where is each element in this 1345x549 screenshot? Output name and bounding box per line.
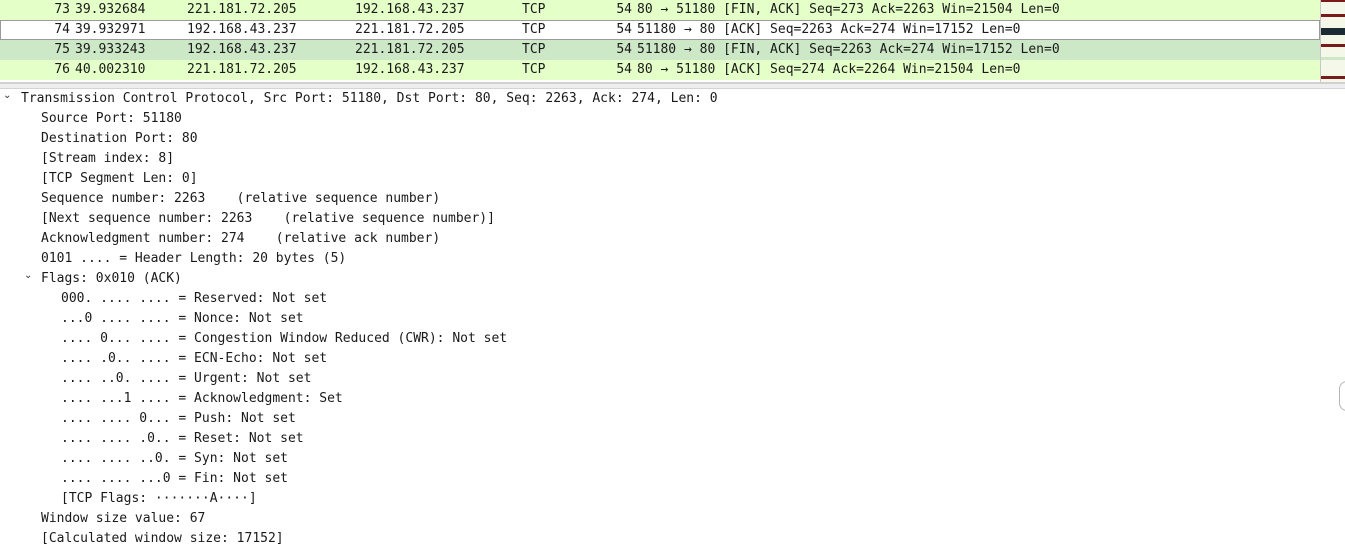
packet-protocol: TCP — [522, 42, 546, 57]
packet-destination: 192.168.43.237 — [355, 2, 465, 17]
chevron-down-icon[interactable]: ⌄ — [3, 86, 11, 106]
packet-info: 51180 → 80 [ACK] Seq=2263 Ack=274 Win=17… — [637, 22, 1021, 37]
minimap-marker — [1321, 44, 1345, 47]
next-sequence-field[interactable]: [Next sequence number: 2263 (relative se… — [41, 209, 495, 229]
packet-source: 192.168.43.237 — [187, 42, 297, 57]
packet-number: 74 — [54, 22, 70, 37]
minimap-marker — [1321, 76, 1345, 79]
ack-number-field[interactable]: Acknowledgment number: 274 (relative ack… — [41, 229, 440, 249]
packet-source: 221.181.72.205 — [187, 2, 297, 17]
flag-syn[interactable]: .... .... ..0. = Syn: Not set — [61, 449, 288, 469]
packet-number: 73 — [54, 2, 70, 17]
packet-time: 39.932971 — [75, 22, 146, 37]
packet-row[interactable]: 73 39.932684 221.181.72.205 192.168.43.2… — [0, 0, 1320, 20]
sequence-number-field[interactable]: Sequence number: 2263 (relative sequence… — [41, 189, 440, 209]
minimap-marker — [1321, 28, 1345, 35]
packet-length: 54 — [616, 22, 632, 37]
source-port-field[interactable]: Source Port: 51180 — [41, 109, 182, 129]
flags-node[interactable]: Flags: 0x010 (ACK) — [41, 269, 182, 289]
flag-push[interactable]: .... .... 0... = Push: Not set — [61, 409, 296, 429]
segment-len-field[interactable]: [TCP Segment Len: 0] — [41, 169, 198, 189]
packet-length: 54 — [616, 42, 632, 57]
chevron-down-icon[interactable]: ⌄ — [24, 266, 32, 286]
tcp-protocol-node[interactable]: Transmission Control Protocol, Src Port:… — [21, 89, 718, 109]
minimap-marker — [1321, 14, 1345, 17]
packet-minimap[interactable] — [1320, 0, 1345, 84]
flag-ecn-echo[interactable]: .... .0.. .... = ECN-Echo: Not set — [61, 349, 327, 369]
packet-time: 39.933243 — [75, 42, 146, 57]
packet-row[interactable]: 76 40.002310 221.181.72.205 192.168.43.2… — [0, 60, 1320, 80]
packet-length: 54 — [616, 62, 632, 77]
packet-destination: 192.168.43.237 — [355, 62, 465, 77]
packet-number: 75 — [54, 42, 70, 57]
window-size-field[interactable]: Window size value: 67 — [41, 509, 205, 529]
flag-acknowledgment[interactable]: .... ...1 .... = Acknowledgment: Set — [61, 389, 343, 409]
flag-nonce[interactable]: ...0 .... .... = Nonce: Not set — [61, 309, 304, 329]
packet-source: 192.168.43.237 — [187, 22, 297, 37]
packet-destination: 221.181.72.205 — [355, 42, 465, 57]
packet-row-selected[interactable]: 74 39.932971 192.168.43.237 221.181.72.2… — [0, 20, 1320, 40]
flag-fin[interactable]: .... .... ...0 = Fin: Not set — [61, 469, 288, 489]
flag-reserved[interactable]: 000. .... .... = Reserved: Not set — [61, 289, 327, 309]
destination-port-field[interactable]: Destination Port: 80 — [41, 129, 198, 149]
flag-urgent[interactable]: .... ..0. .... = Urgent: Not set — [61, 369, 311, 389]
packet-time: 40.002310 — [75, 62, 146, 77]
packet-info: 51180 → 80 [FIN, ACK] Seq=2263 Ack=274 W… — [637, 42, 1060, 57]
packet-length: 54 — [616, 2, 632, 17]
packet-time: 39.932684 — [75, 2, 146, 17]
stream-index-field[interactable]: [Stream index: 8] — [41, 149, 174, 169]
header-length-field[interactable]: 0101 .... = Header Length: 20 bytes (5) — [41, 249, 346, 269]
scroll-handle[interactable] — [1339, 381, 1345, 411]
packet-source: 221.181.72.205 — [187, 62, 297, 77]
packet-protocol: TCP — [522, 62, 546, 77]
tcp-flags-summary[interactable]: [TCP Flags: ·······A····] — [61, 489, 257, 509]
packet-number: 76 — [54, 62, 70, 77]
packet-details-tree: ⌄ Transmission Control Protocol, Src Por… — [0, 86, 1345, 546]
packet-destination: 221.181.72.205 — [355, 22, 465, 37]
flag-reset[interactable]: .... .... .0.. = Reset: Not set — [61, 429, 304, 449]
minimap-marker — [1321, 57, 1345, 60]
calculated-window-field[interactable]: [Calculated window size: 17152] — [41, 529, 284, 549]
packet-row[interactable]: 75 39.933243 192.168.43.237 221.181.72.2… — [0, 40, 1320, 60]
packet-list: 73 39.932684 221.181.72.205 192.168.43.2… — [0, 0, 1345, 84]
flag-cwr[interactable]: .... 0... .... = Congestion Window Reduc… — [61, 329, 507, 349]
minimap-marker — [1321, 0, 1345, 2]
packet-info: 80 → 51180 [FIN, ACK] Seq=273 Ack=2263 W… — [637, 2, 1060, 17]
packet-protocol: TCP — [522, 22, 546, 37]
packet-protocol: TCP — [522, 2, 546, 17]
packet-info: 80 → 51180 [ACK] Seq=274 Ack=2264 Win=21… — [637, 62, 1021, 77]
